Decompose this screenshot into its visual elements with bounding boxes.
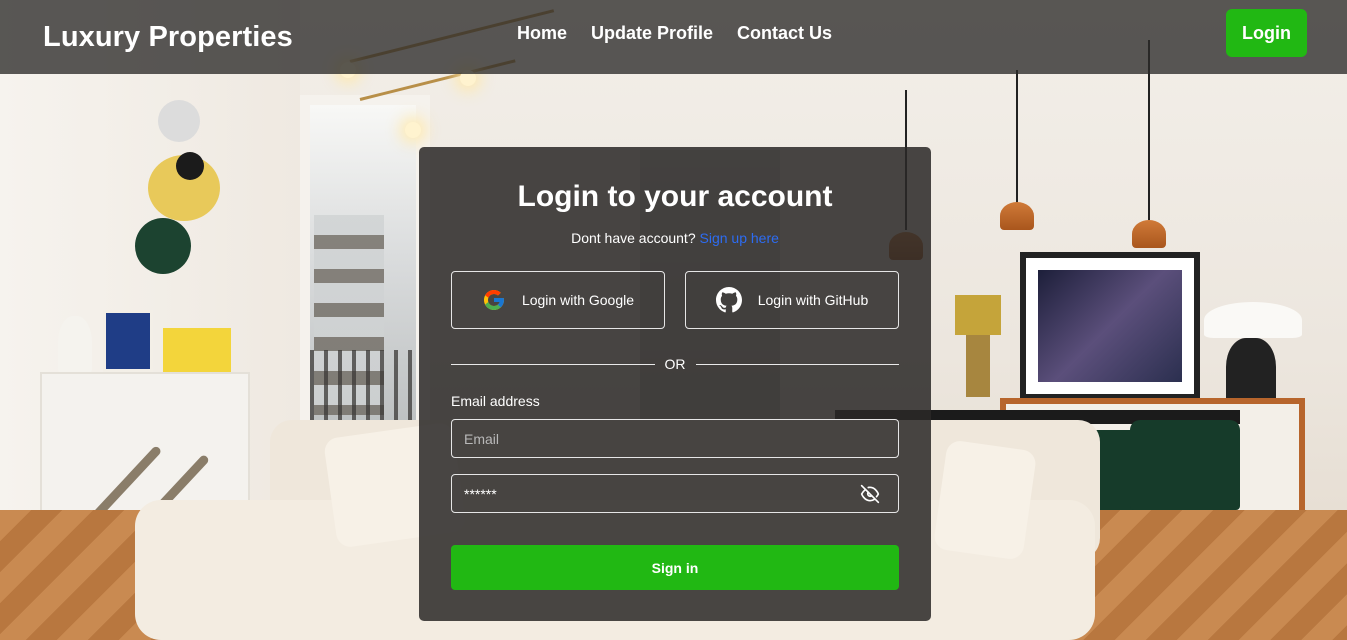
wall-art-disc	[158, 100, 200, 142]
sign-in-button[interactable]: Sign in	[451, 545, 899, 590]
signup-link[interactable]: Sign up here	[700, 230, 779, 246]
google-login-label: Login with Google	[521, 292, 635, 308]
github-login-button[interactable]: Login with GitHub	[685, 271, 899, 329]
github-icon	[715, 287, 742, 313]
email-label: Email address	[451, 393, 540, 409]
pendant-lamp	[1132, 220, 1166, 248]
or-divider-text: OR	[664, 356, 686, 372]
framed-artwork	[1020, 252, 1200, 400]
login-card: Login to your account Dont have account?…	[419, 147, 931, 621]
top-navbar: Luxury Properties Home Update Profile Co…	[0, 0, 1347, 74]
picture-frame	[103, 310, 153, 372]
github-login-label: Login with GitHub	[757, 292, 869, 308]
pendant-lamp	[1000, 202, 1034, 230]
nav-link-update-profile[interactable]: Update Profile	[591, 23, 713, 44]
nav-link-contact-us[interactable]: Contact Us	[737, 23, 832, 44]
signup-prompt-text: Dont have account?	[571, 230, 696, 246]
login-title: Login to your account	[517, 180, 833, 213]
password-input[interactable]	[451, 474, 899, 513]
table-lamp	[955, 295, 1001, 335]
google-icon	[482, 288, 506, 312]
brand-logo-text[interactable]: Luxury Properties	[43, 21, 293, 54]
signup-prompt-line: Dont have account? Sign up here	[451, 230, 899, 246]
main-nav: Home Update Profile Contact Us	[517, 0, 832, 66]
picture-frame	[163, 328, 231, 372]
balcony-railing	[310, 350, 420, 430]
eye-off-icon[interactable]	[859, 484, 881, 504]
nav-link-home[interactable]: Home	[517, 23, 567, 44]
sofa-pillow	[932, 439, 1038, 561]
floor-lamp	[1204, 302, 1302, 338]
social-login-row: Login with Google Login with GitHub	[451, 271, 899, 329]
google-login-button[interactable]: Login with Google	[451, 271, 665, 329]
nav-login-button[interactable]: Login	[1226, 9, 1307, 57]
dining-chair	[1130, 420, 1240, 510]
email-input-wrap	[451, 419, 899, 458]
password-input-wrap	[451, 474, 899, 513]
statue	[58, 316, 92, 374]
wall-art-disc	[135, 218, 191, 274]
ceiling-bulb	[405, 122, 421, 138]
email-input[interactable]	[451, 419, 899, 458]
or-divider: OR	[451, 356, 899, 372]
wall-art-disc	[176, 152, 204, 180]
